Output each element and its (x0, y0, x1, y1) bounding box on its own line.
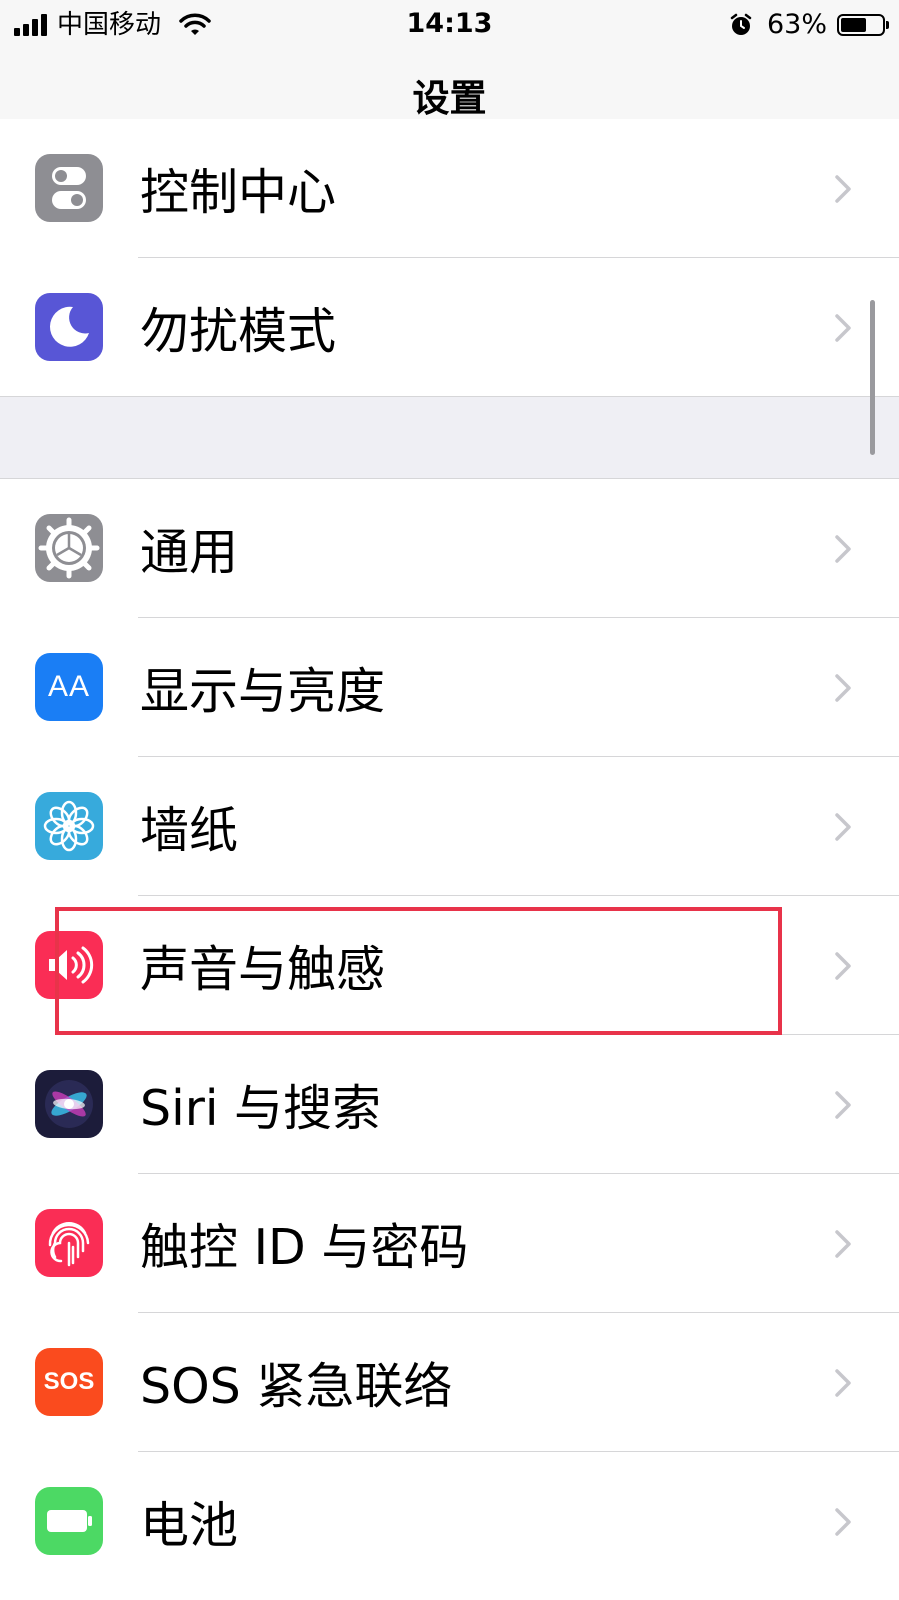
chevron-right-icon (835, 314, 851, 342)
scroll-indicator[interactable] (870, 300, 875, 455)
moon-icon (35, 293, 103, 361)
chevron-right-icon (835, 813, 851, 841)
text-size-icon: AA (35, 653, 103, 721)
alarm-icon (730, 13, 752, 35)
chevron-right-icon (835, 1091, 851, 1119)
highlight-annotation-box (55, 907, 782, 1035)
settings-item-emergency-sos[interactable]: SOS SOS 紧急联络 (0, 1313, 899, 1452)
settings-item-do-not-disturb[interactable]: 勿扰模式 (0, 258, 899, 397)
chevron-right-icon (835, 1230, 851, 1258)
status-bar: 中国移动 14:13 63% (0, 0, 899, 50)
settings-item-label: 显示与亮度 (140, 663, 386, 720)
settings-item-display-brightness[interactable]: AA 显示与亮度 (0, 618, 899, 757)
settings-item-wallpaper[interactable]: 墙纸 (0, 757, 899, 896)
chevron-right-icon (835, 175, 851, 203)
sos-icon: SOS (35, 1348, 103, 1416)
battery-icon (35, 1487, 103, 1555)
control-center-icon (35, 154, 103, 222)
settings-item-battery[interactable]: 电池 (0, 1452, 899, 1591)
gear-icon (35, 514, 103, 582)
fingerprint-icon (35, 1209, 103, 1277)
settings-item-label: 墙纸 (140, 802, 239, 859)
chevron-right-icon (835, 1508, 851, 1536)
settings-item-label: 勿扰模式 (140, 303, 337, 360)
settings-item-touch-id-passcode[interactable]: 触控 ID 与密码 (0, 1174, 899, 1313)
battery-percent: 63% (766, 9, 827, 40)
settings-item-label: 通用 (140, 524, 239, 581)
settings-item-control-center[interactable]: 控制中心 (0, 119, 899, 258)
chevron-right-icon (835, 674, 851, 702)
section-separator (0, 396, 899, 479)
chevron-right-icon (835, 952, 851, 980)
settings-item-label: 触控 ID 与密码 (140, 1219, 469, 1276)
page-title: 设置 (412, 77, 487, 120)
settings-item-siri-search[interactable]: Siri 与搜索 (0, 1035, 899, 1174)
settings-item-label: SOS 紧急联络 (140, 1358, 453, 1415)
settings-item-label: 电池 (140, 1497, 239, 1554)
status-right: 63% (729, 9, 889, 41)
siri-icon (35, 1070, 103, 1138)
settings-item-general[interactable]: 通用 (0, 479, 899, 618)
battery-status-icon (837, 14, 889, 36)
chevron-right-icon (835, 1369, 851, 1397)
chevron-right-icon (835, 535, 851, 563)
settings-item-label: 控制中心 (140, 164, 337, 221)
flower-icon (35, 792, 103, 860)
settings-item-label: Siri 与搜索 (140, 1080, 382, 1137)
